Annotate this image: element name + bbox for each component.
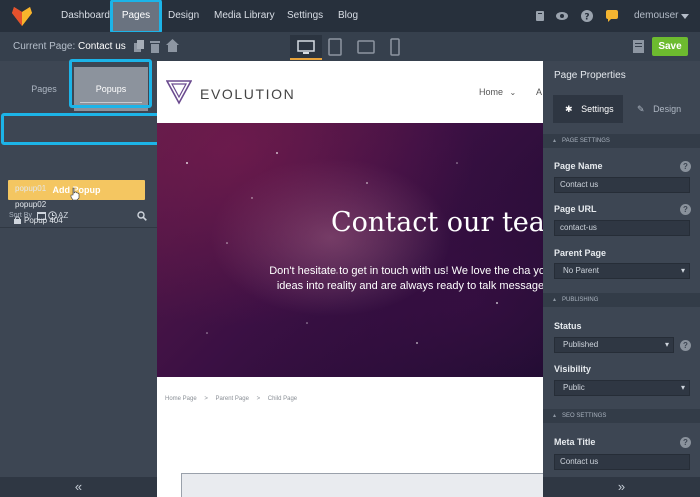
site-nav-home-label: Home [479, 87, 504, 97]
parent-page-select[interactable]: No Parent [554, 263, 690, 279]
page-url-label: Page URL [554, 204, 597, 214]
tab-design-label: Design [653, 104, 682, 114]
site-nav-home[interactable]: Home ⌄ [479, 87, 516, 97]
chevron-down-icon: ⌄ [509, 88, 517, 97]
tab-settings-label: Settings [581, 104, 614, 114]
nav-blog[interactable]: Blog [338, 0, 358, 32]
collapse-right-button[interactable]: » [543, 477, 700, 497]
page-canvas[interactable]: EVOLUTION Home ⌄ A Contact our tear Don'… [157, 61, 543, 497]
tab-popups-label: Popups [95, 84, 127, 94]
divider [0, 227, 157, 228]
lock-icon [14, 216, 21, 224]
breadcrumb-separator: > [256, 396, 261, 402]
panel-title: Page Properties [554, 70, 626, 81]
canvas-footer-block[interactable] [181, 473, 543, 497]
svg-text:?: ? [584, 13, 589, 23]
double-chevron-left-icon: « [74, 479, 83, 494]
double-chevron-right-icon: » [617, 479, 626, 494]
nav-pages[interactable]: Pages [113, 0, 159, 32]
breadcrumb-parent[interactable]: Parent Page [216, 396, 249, 402]
eye-icon[interactable] [555, 9, 569, 23]
current-page-label: Current Page: [13, 41, 76, 52]
popup-item[interactable]: popup01 [15, 184, 46, 193]
breadcrumb-child: Child Page [267, 396, 298, 402]
breadcrumb-separator: > [204, 396, 208, 402]
status-label: Status [554, 321, 582, 331]
tab-design[interactable]: ✎ Design [623, 95, 693, 123]
popup-item[interactable]: popup02 [15, 200, 46, 209]
help-icon[interactable]: ? [680, 204, 691, 215]
search-icon[interactable] [137, 211, 147, 221]
help-icon[interactable]: ? [680, 340, 691, 351]
section-page-settings[interactable]: PAGE SETTINGS [543, 134, 700, 148]
section-seo-settings[interactable]: SEO SETTINGS [543, 409, 700, 423]
username[interactable]: demouser [634, 0, 678, 32]
hand-cursor-icon [70, 187, 80, 200]
brush-icon: ✎ [637, 104, 645, 114]
hero-section[interactable]: Contact our tear Don't hesitate to get i… [157, 123, 543, 377]
current-page-value[interactable]: Contact us [78, 32, 126, 61]
copy-icon[interactable] [133, 40, 145, 53]
phone-icon[interactable] [390, 38, 400, 56]
trash-icon[interactable] [150, 40, 160, 53]
status-select[interactable]: Published [554, 337, 674, 353]
evolution-logo-icon[interactable] [166, 79, 192, 105]
site-nav-next[interactable]: A [536, 87, 542, 97]
page-url-field[interactable]: contact-us [554, 220, 690, 236]
left-panel: Pages Popups Add Popup Sort By AZ popup0… [0, 61, 157, 497]
page-settings-icon[interactable] [633, 40, 644, 53]
chat-icon[interactable] [605, 9, 619, 23]
nav-dashboard[interactable]: Dashboard [61, 0, 110, 32]
home-icon[interactable] [166, 39, 179, 52]
tab-underline [80, 102, 142, 103]
tablet-portrait-icon[interactable] [328, 38, 342, 56]
nav-design[interactable]: Design [168, 0, 199, 32]
meta-title-field[interactable]: Contact us [554, 454, 690, 470]
site-brand[interactable]: EVOLUTION [200, 86, 295, 102]
top-nav-bar: Dashboard Pages Design Media Library Set… [0, 0, 700, 32]
visibility-select[interactable]: Public [554, 380, 690, 396]
right-panel: Page Properties ✱ Settings ✎ Design PAGE… [543, 61, 700, 497]
desktop-icon[interactable] [297, 40, 315, 54]
section-publishing[interactable]: PUBLISHING [543, 293, 700, 307]
page-name-label: Page Name [554, 161, 603, 171]
parent-page-label: Parent Page [554, 248, 607, 258]
app-logo-icon[interactable] [10, 5, 34, 27]
meta-title-label: Meta Title [554, 437, 596, 447]
breadcrumb-home[interactable]: Home Page [165, 396, 197, 402]
help-icon[interactable]: ? [580, 9, 594, 23]
tab-settings[interactable]: ✱ Settings [553, 95, 623, 123]
hero-title[interactable]: Contact our tear [331, 207, 543, 238]
help-icon[interactable]: ? [680, 437, 691, 448]
book-icon[interactable] [533, 9, 547, 23]
page-name-field[interactable]: Contact us [554, 177, 690, 193]
tab-popups[interactable]: Popups [74, 67, 148, 111]
tab-pages[interactable]: Pages [12, 67, 76, 111]
help-icon[interactable]: ? [680, 161, 691, 172]
tablet-landscape-icon[interactable] [357, 40, 375, 54]
nav-settings[interactable]: Settings [287, 0, 323, 32]
wrench-icon: ✱ [565, 104, 573, 114]
nav-media-library[interactable]: Media Library [214, 0, 275, 32]
collapse-left-button[interactable]: « [0, 477, 157, 497]
starfield-background [186, 152, 528, 344]
popup-item[interactable]: Popup 404 [24, 216, 63, 225]
visibility-label: Visibility [554, 364, 591, 374]
chevron-down-icon[interactable] [681, 14, 689, 19]
hero-text[interactable]: Don't hesitate to get in touch with us! … [257, 264, 543, 294]
breadcrumb: Home Page > Parent Page > Child Page [165, 396, 303, 402]
save-button[interactable]: Save [652, 37, 688, 56]
page-toolbar: Current Page: Contact us [0, 32, 700, 61]
